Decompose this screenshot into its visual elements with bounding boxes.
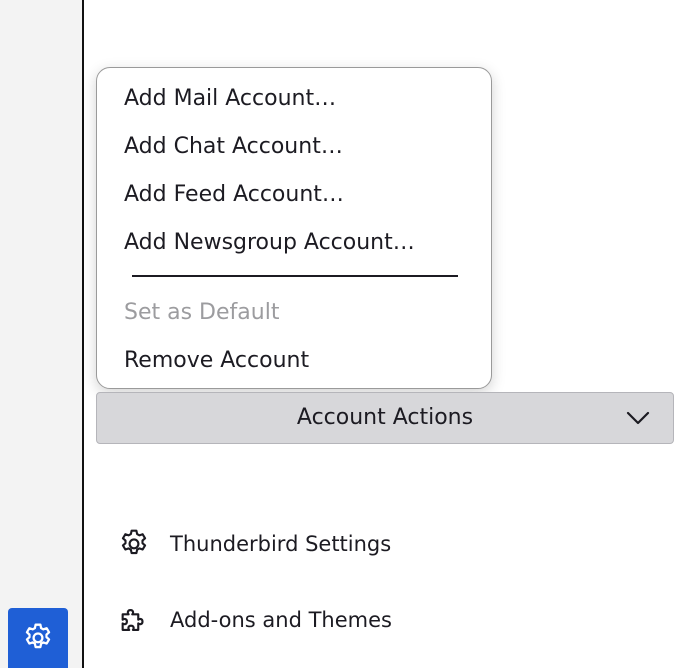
account-actions-label: Account Actions xyxy=(296,405,474,430)
account-actions-menu: Add Mail Account… Add Chat Account… Add … xyxy=(96,67,492,389)
account-actions-button[interactable]: Account Actions xyxy=(96,392,674,444)
menu-item-add-feed-account[interactable]: Add Feed Account… xyxy=(124,180,344,210)
chevron-down-icon xyxy=(626,411,650,425)
menu-separator xyxy=(132,275,458,277)
addons-and-themes-label: Add-ons and Themes xyxy=(170,608,392,632)
spaces-toolbar xyxy=(0,0,84,668)
menu-item-add-mail-account[interactable]: Add Mail Account… xyxy=(124,84,336,114)
menu-item-add-newsgroup-account[interactable]: Add Newsgroup Account… xyxy=(124,228,415,258)
gear-icon xyxy=(25,623,51,649)
gear-icon xyxy=(116,526,152,562)
puzzle-piece-icon xyxy=(116,602,152,638)
menu-item-remove-account[interactable]: Remove Account xyxy=(124,346,309,376)
thunderbird-settings-link[interactable]: Thunderbird Settings xyxy=(116,526,391,562)
thunderbird-settings-label: Thunderbird Settings xyxy=(170,532,392,556)
menu-item-set-as-default: Set as Default xyxy=(124,300,280,325)
menu-item-add-chat-account[interactable]: Add Chat Account… xyxy=(124,132,343,162)
spaces-settings-button[interactable] xyxy=(8,608,68,668)
addons-and-themes-link[interactable]: Add-ons and Themes xyxy=(116,602,392,638)
